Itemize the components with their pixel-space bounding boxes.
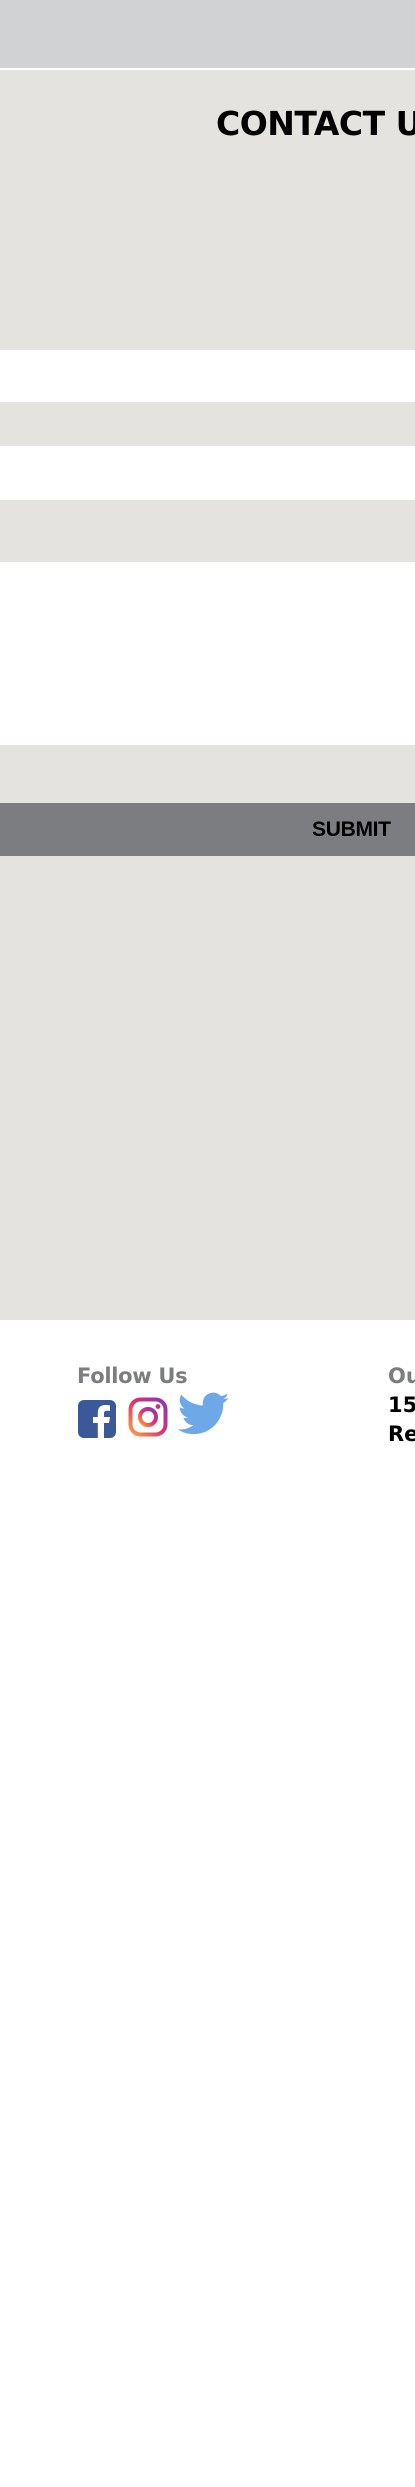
contact-title: CONTACT US [216, 104, 415, 143]
twitter-link[interactable] [177, 1392, 230, 1438]
instagram-link[interactable] [128, 1397, 168, 1437]
phone-field[interactable] [0, 446, 415, 500]
map-area [0, 856, 415, 1320]
office-heading: Ou [388, 1364, 415, 1388]
submit-button[interactable]: SUBMIT [0, 803, 415, 856]
instagram-icon [128, 1397, 168, 1437]
header-bar [0, 0, 415, 68]
facebook-icon [78, 1400, 116, 1438]
follow-heading: Follow Us [77, 1364, 188, 1388]
name-field[interactable] [0, 350, 415, 402]
submit-label: SUBMIT [312, 818, 391, 841]
extra-field[interactable] [0, 745, 415, 803]
footer [0, 1320, 415, 2487]
email-field[interactable] [0, 402, 415, 446]
page: CONTACT US SUBMIT Follow Us [0, 0, 415, 2487]
address-line-1: 15 [388, 1393, 415, 1417]
message-field[interactable] [0, 562, 415, 745]
address-line-2: Re [388, 1422, 415, 1446]
twitter-icon [177, 1392, 230, 1435]
facebook-link[interactable] [78, 1400, 116, 1438]
subject-field[interactable] [0, 500, 415, 562]
